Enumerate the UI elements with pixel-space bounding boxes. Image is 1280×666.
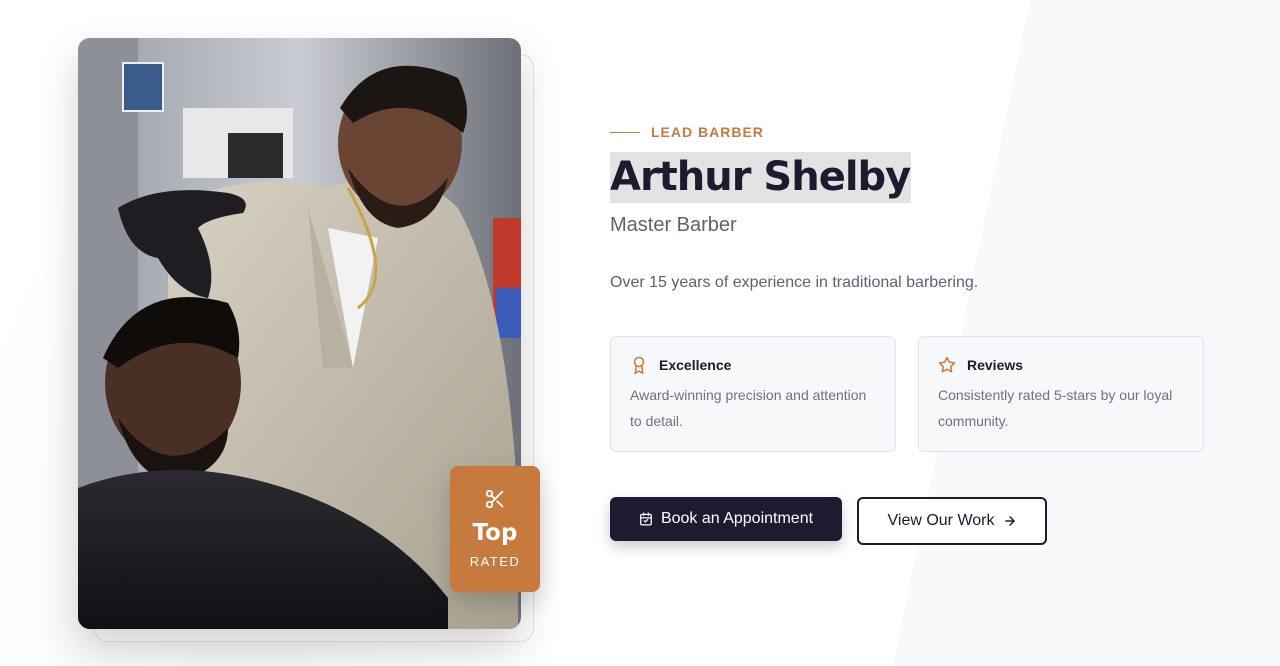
book-appointment-label: Book an Appointment [660,510,814,527]
name-highlight: Arthur Shelby [610,152,911,203]
arrow-right-icon [1003,514,1017,528]
scissors-icon [484,488,506,510]
feature-title: Excellence [659,357,732,373]
view-work-label: View Our Work [887,512,995,529]
feature-text: Award-winning precision and attention to… [630,387,867,429]
book-appointment-button[interactable]: Book an Appointment [610,497,842,541]
star-icon [938,356,956,374]
eyebrow-label: LEAD BARBER [651,124,764,140]
badge-subtitle: RATED [469,554,521,569]
eyebrow-line [610,131,640,133]
feature-title: Reviews [967,357,1024,373]
top-rated-badge: Top RATED [450,466,540,592]
feature-card-reviews: Reviews Consistently rated 5-stars by ou… [918,336,1204,452]
award-icon [630,356,648,374]
feature-card-excellence: Excellence Award-winning precision and a… [610,336,896,452]
barber-description: Over 15 years of experience in tradition… [610,274,979,291]
eyebrow: LEAD BARBER [610,123,764,141]
feature-text: Consistently rated 5-stars by our loyal … [938,387,1173,429]
barber-name: Arthur Shelby [610,154,911,200]
view-work-button[interactable]: View Our Work [857,497,1047,545]
badge-title: Top [472,520,518,546]
calendar-icon [639,512,653,526]
barber-role: Master Barber [610,214,737,236]
